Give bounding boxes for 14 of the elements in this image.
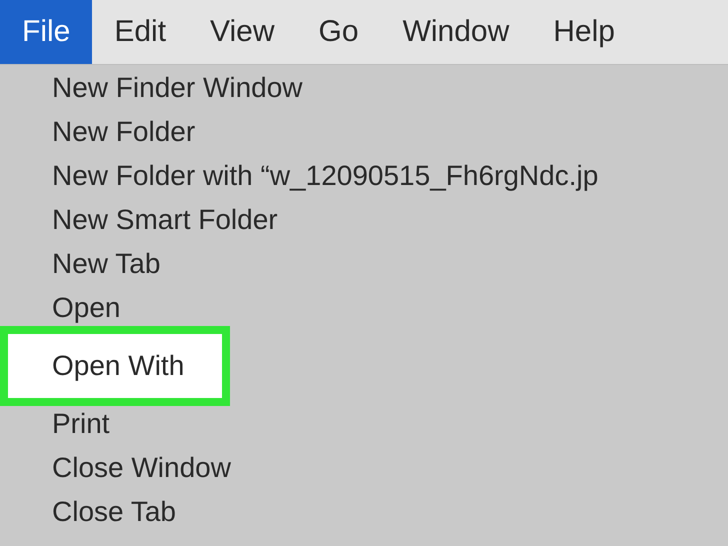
menu-bar-item[interactable]: Help [531,0,637,64]
menu-item[interactable]: New Smart Folder [0,198,728,242]
menu-bar-item[interactable]: Go [296,0,381,64]
menu-item[interactable]: New Folder [0,110,728,154]
menu-item[interactable]: New Finder Window [0,66,728,110]
menu-bar-item[interactable]: Window [380,0,532,64]
menu-bar-item[interactable]: Edit [92,0,188,64]
menu-bar-item[interactable]: View [188,0,297,64]
menu-item[interactable]: New Folder with “w_12090515_Fh6rgNdc.jp [0,154,728,198]
menu-bar-item[interactable]: File [0,0,92,64]
menu-item[interactable]: Open With [0,326,230,406]
menu-item[interactable]: Close Tab [0,490,728,534]
menu-item[interactable]: Close Window [0,446,728,490]
menu-item[interactable]: New Tab [0,242,728,286]
